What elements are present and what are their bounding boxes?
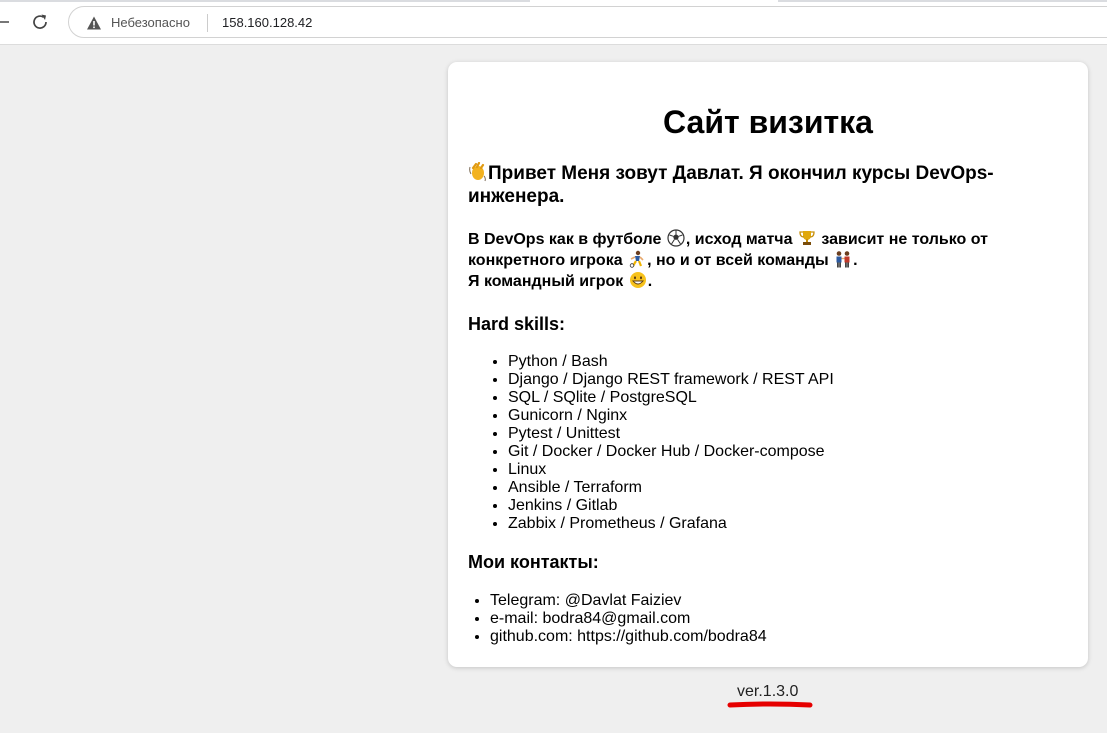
soccer-ball-icon (667, 229, 685, 247)
skill-item: Ansible / Terraform (508, 479, 834, 497)
skill-item: Django / Django REST framework / REST AP… (508, 371, 834, 389)
skill-item: Python / Bash (508, 353, 834, 371)
version-label: ver.1.3.0 (737, 683, 799, 700)
skill-item: Jenkins / Gitlab (508, 497, 834, 515)
skill-item: Pytest / Unittest (508, 425, 834, 443)
contact-telegram: Telegram: @Davlat Faiziev (490, 592, 767, 610)
hard-skills-list: Python / Bash Django / Django REST frame… (508, 353, 834, 533)
tab-strip-edge (778, 0, 1107, 2)
team-analogy-text: В DevOps как в футболе , исход матча зав… (468, 229, 1068, 292)
analogy-fragment: . (853, 252, 858, 269)
url-text[interactable]: 158.160.128.42 (222, 15, 312, 31)
address-bar-divider (207, 14, 208, 32)
red-underline-annotation (727, 701, 813, 708)
page-title: Сайт визитка (663, 104, 873, 140)
reload-icon[interactable] (30, 12, 50, 32)
skill-item: Gunicorn / Nginx (508, 407, 834, 425)
analogy-fragment: Я командный игрок (468, 273, 624, 290)
skill-item: Zabbix / Prometheus / Grafana (508, 515, 834, 533)
contact-github: github.com: https://github.com/bodra84 (490, 628, 767, 646)
back-arrow-icon[interactable] (0, 12, 10, 32)
analogy-fragment: . (647, 273, 653, 290)
tab-strip-edge (0, 0, 530, 2)
trophy-icon (798, 229, 816, 247)
waving-hand-icon (469, 161, 487, 182)
analogy-fragment: , но и от всей команды (647, 252, 829, 269)
grinning-face-icon (629, 271, 647, 289)
skill-item: Git / Docker / Docker Hub / Docker-compo… (508, 443, 834, 461)
browser-toolbar: Небезопасно 158.160.128.42 (0, 0, 1107, 45)
security-status-label[interactable]: Небезопасно (111, 15, 190, 31)
contacts-heading: Мои контакты: (468, 552, 599, 572)
skill-item: Linux (508, 461, 834, 479)
business-card: Сайт визитка Привет Меня зовут Давлат. Я… (448, 62, 1088, 667)
address-bar[interactable]: Небезопасно 158.160.128.42 (68, 6, 1107, 38)
analogy-fragment: , исход матча (685, 231, 793, 248)
hard-skills-heading: Hard skills: (468, 314, 566, 334)
intro-text: Привет Меня зовут Давлат. Я окончил курс… (468, 161, 1028, 208)
player-icon (628, 250, 646, 268)
warning-icon[interactable] (86, 15, 102, 31)
team-icon (834, 250, 852, 268)
skill-item: SQL / SQlite / PostgreSQL (508, 389, 834, 407)
contact-email: e-mail: bodra84@gmail.com (490, 610, 767, 628)
contacts-list: Telegram: @Davlat Faiziev e-mail: bodra8… (490, 592, 767, 646)
analogy-fragment: В DevOps как в футболе (468, 231, 662, 248)
intro-sentence: Привет Меня зовут Давлат. Я окончил курс… (468, 163, 994, 207)
